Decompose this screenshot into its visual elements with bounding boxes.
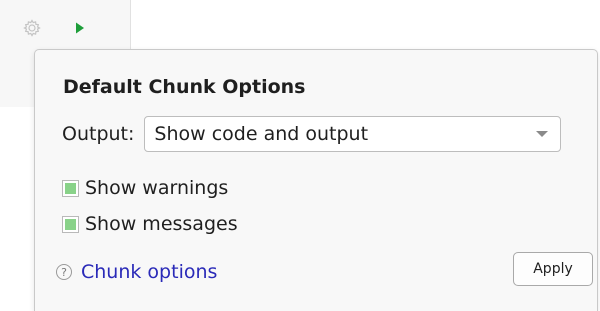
help-row: ? Chunk options xyxy=(56,258,217,286)
chunk-options-help-link[interactable]: Chunk options xyxy=(81,261,217,283)
apply-button[interactable]: Apply xyxy=(513,252,593,286)
chevron-down-icon xyxy=(536,131,549,137)
show-messages-label: Show messages xyxy=(85,213,238,235)
output-label: Output: xyxy=(62,123,135,145)
editor-divider xyxy=(130,0,131,56)
output-select[interactable]: Show code and output xyxy=(144,116,562,152)
chunk-options-button[interactable] xyxy=(21,17,43,39)
gear-icon xyxy=(23,19,41,37)
output-row: Output: Show code and output xyxy=(62,114,562,154)
play-triangle-icon xyxy=(76,22,84,34)
checkbox-checked-fill xyxy=(65,182,76,194)
question-circle-icon: ? xyxy=(56,264,72,280)
output-select-value: Show code and output xyxy=(154,123,369,145)
run-chunk-button[interactable] xyxy=(72,20,88,36)
show-warnings-option[interactable]: Show warnings xyxy=(62,175,228,201)
show-messages-option[interactable]: Show messages xyxy=(62,211,238,237)
show-warnings-label: Show warnings xyxy=(85,177,229,199)
checkbox-checked-fill xyxy=(65,218,76,230)
popup-title: Default Chunk Options xyxy=(63,76,306,98)
show-warnings-checkbox[interactable] xyxy=(62,179,79,197)
show-messages-checkbox[interactable] xyxy=(62,215,79,233)
editor-area: Default Chunk Options Output: Show code … xyxy=(0,0,600,311)
chunk-options-popup: Default Chunk Options Output: Show code … xyxy=(34,49,598,311)
